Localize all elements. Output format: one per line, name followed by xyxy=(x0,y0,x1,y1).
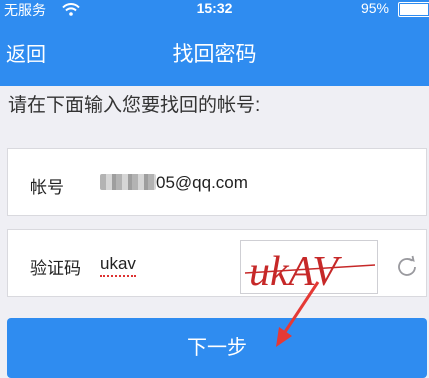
captcha-label: 验证码 xyxy=(30,259,81,278)
battery-icon xyxy=(398,2,429,17)
captcha-image-text: ukAV xyxy=(249,249,342,294)
captcha-field[interactable]: 验证码 ukav ukAV xyxy=(7,229,427,297)
account-value: 05@qq.com xyxy=(156,173,248,192)
next-step-button[interactable]: 下一步 xyxy=(7,318,427,378)
account-input[interactable]: 05@qq.com xyxy=(100,173,248,193)
status-bar: 无服务 15:32 95% xyxy=(0,0,429,20)
account-field[interactable]: 帐号 05@qq.com xyxy=(7,148,427,216)
refresh-icon[interactable] xyxy=(394,254,420,280)
battery-percent: 95% xyxy=(360,0,389,16)
account-label: 帐号 xyxy=(30,178,64,197)
battery-fill xyxy=(400,4,429,15)
captcha-input[interactable]: ukav xyxy=(100,254,136,277)
page-title: 找回密码 xyxy=(172,43,257,66)
instruction-text: 请在下面输入您要找回的帐号: xyxy=(8,95,261,116)
redacted-mask xyxy=(100,174,156,190)
captcha-image[interactable]: ukAV xyxy=(240,240,378,294)
top-bar: 无服务 15:32 95% 返回 找回密码 xyxy=(0,0,429,86)
